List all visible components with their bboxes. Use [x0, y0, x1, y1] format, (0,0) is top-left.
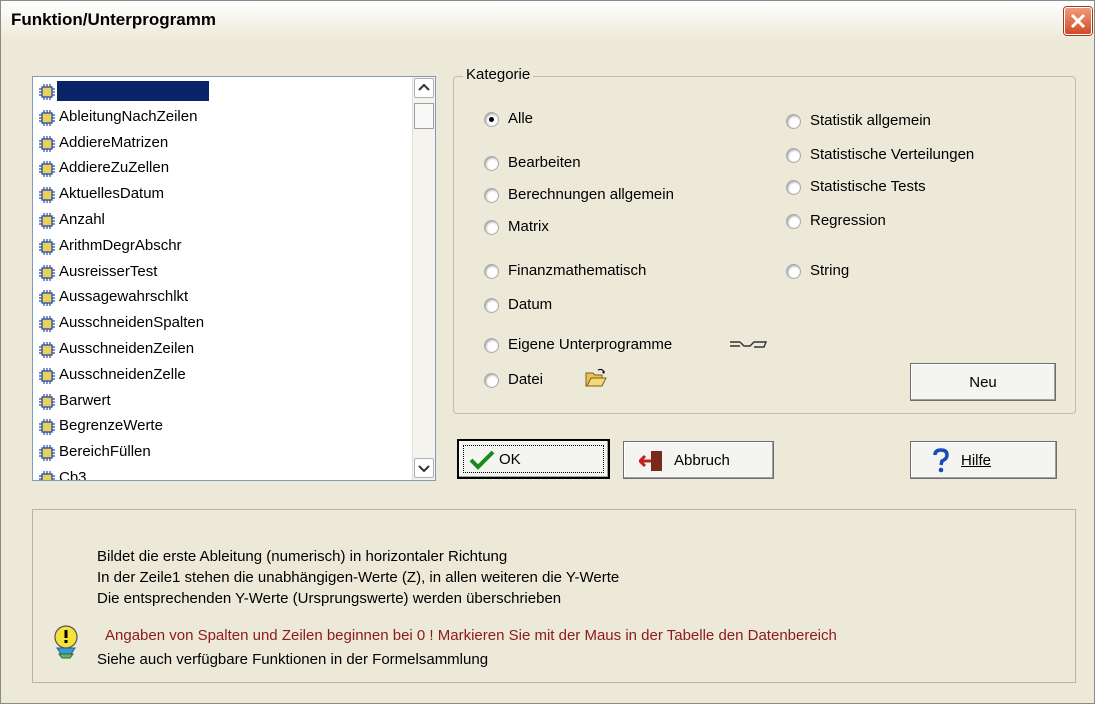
list-item[interactable]: BereichFüllen: [35, 440, 413, 466]
list-item-label: ArithmDegrAbschr: [59, 236, 182, 254]
question-mark-icon: [933, 448, 949, 473]
description-line: Die entsprechenden Y-Werte (Ursprungswer…: [97, 590, 562, 607]
close-button[interactable]: [1064, 7, 1092, 35]
description-line: Bildet die erste Ableitung (numerisch) i…: [97, 548, 508, 565]
list-item[interactable]: ArithmDegrAbschr: [35, 234, 413, 260]
function-icon: [39, 161, 55, 178]
function-icon: [39, 470, 55, 480]
function-icon: [39, 212, 55, 229]
see-also-text: Siehe auch verfügbare Funktionen in der …: [97, 651, 489, 668]
list-item-label: AbleitungNachSpalten: [57, 81, 210, 101]
list-item-label: AddiereMatrizen: [59, 133, 169, 151]
chevron-up-icon: [418, 83, 430, 91]
function-icon: [39, 187, 55, 204]
list-item-label: AddiereZuZellen: [59, 159, 170, 177]
list-item[interactable]: Aussagewahrschlkt: [35, 285, 413, 311]
scroll-down-button[interactable]: [414, 458, 434, 478]
scroll-thumb[interactable]: [414, 103, 434, 129]
radio-dot[interactable]: [484, 188, 499, 203]
radio-dot[interactable]: [484, 373, 499, 388]
ok-button[interactable]: OK: [458, 440, 609, 478]
function-icon: [39, 84, 55, 100]
scroll-up-button[interactable]: [414, 78, 434, 98]
description-line: In der Zeile1 stehen die unabhängigen-We…: [97, 569, 620, 586]
list-item-label: Cb3: [59, 468, 87, 481]
list-item[interactable]: AusreisserTest: [35, 260, 413, 286]
function-icon: [39, 419, 55, 436]
radio-dot[interactable]: [484, 298, 499, 313]
function-icon: [39, 393, 55, 410]
function-icon: [39, 135, 55, 152]
info-bulb-icon: [54, 625, 78, 659]
glasses-icon[interactable]: [728, 337, 768, 351]
function-icon: [39, 264, 55, 281]
list-item[interactable]: AusschneidenSpalten: [35, 311, 413, 337]
list-item-label: AusschneidenZeilen: [59, 339, 195, 357]
list-item-label: AusreisserTest: [59, 262, 158, 280]
radio-dot[interactable]: [786, 148, 801, 163]
list-item-label: Aussagewahrschlkt: [59, 288, 189, 306]
radio-dot[interactable]: [484, 112, 499, 127]
list-scrollbar[interactable]: [412, 77, 435, 480]
function-icon: [39, 238, 55, 255]
radio-dot[interactable]: [786, 214, 801, 229]
window-title: Funktion/Unterprogramm: [11, 10, 216, 29]
list-item[interactable]: Cb3: [35, 466, 413, 481]
list-item-label: AusschneidenZelle: [59, 365, 186, 383]
list-item-label: AktuellesDatum: [59, 185, 165, 203]
radio-dot[interactable]: [786, 180, 801, 195]
chevron-down-icon: [418, 465, 430, 473]
radio-dot[interactable]: [484, 156, 499, 171]
close-icon: [1070, 13, 1086, 29]
exit-door-icon: [639, 451, 662, 471]
function-listbox[interactable]: AbleitungNachSpalten AbleitungNachZeilen A…: [32, 76, 436, 481]
function-list: AbleitungNachSpalten AbleitungNachZeilen A…: [35, 79, 413, 481]
radio-dot[interactable]: [484, 264, 499, 279]
warning-text: Angaben von Spalten und Zeilen beginnen …: [105, 627, 837, 644]
list-item[interactable]: AbleitungNachZeilen: [35, 105, 413, 131]
list-item[interactable]: AusschneidenZeilen: [35, 337, 413, 363]
radio-dot[interactable]: [786, 114, 801, 129]
function-icon: [39, 109, 55, 126]
function-icon: [39, 290, 55, 307]
radio-dot[interactable]: [786, 264, 801, 279]
function-icon: [39, 341, 55, 358]
title-bar[interactable]: Funktion/Unterprogramm: [1, 1, 1094, 41]
new-button[interactable]: Neu: [910, 363, 1056, 401]
list-item-label: BegrenzeWerte: [59, 417, 163, 435]
list-item-label: AbleitungNachZeilen: [59, 107, 198, 125]
list-item-label: Anzahl: [59, 210, 105, 228]
checkmark-icon: [469, 450, 495, 470]
list-item-label: Barwert: [59, 391, 111, 409]
list-item[interactable]: AddiereMatrizen: [35, 131, 413, 157]
list-item[interactable]: AusschneidenZelle: [35, 363, 413, 389]
help-button[interactable]: Hilfe: [910, 441, 1057, 479]
list-item-label: BereichFüllen: [59, 443, 151, 461]
list-item[interactable]: Barwert: [35, 389, 413, 415]
list-item[interactable]: BegrenzeWerte: [35, 414, 413, 440]
function-icon: [39, 316, 55, 333]
function-icon: [39, 445, 55, 462]
open-folder-icon[interactable]: [584, 367, 608, 389]
list-item-label: AusschneidenSpalten: [59, 314, 205, 332]
radio-dot[interactable]: [484, 338, 499, 353]
dialog-window: Funktion/Unterprogramm AbleitungNachSpal…: [0, 0, 1095, 704]
list-item[interactable]: AddiereZuZellen: [35, 156, 413, 182]
list-item[interactable]: AktuellesDatum: [35, 182, 413, 208]
category-legend: Kategorie: [463, 66, 534, 83]
function-icon: [39, 367, 55, 384]
list-item[interactable]: Anzahl: [35, 208, 413, 234]
list-item[interactable]: AbleitungNachSpalten: [35, 79, 413, 105]
radio-dot[interactable]: [484, 220, 499, 235]
cancel-button[interactable]: Abbruch: [623, 441, 774, 479]
